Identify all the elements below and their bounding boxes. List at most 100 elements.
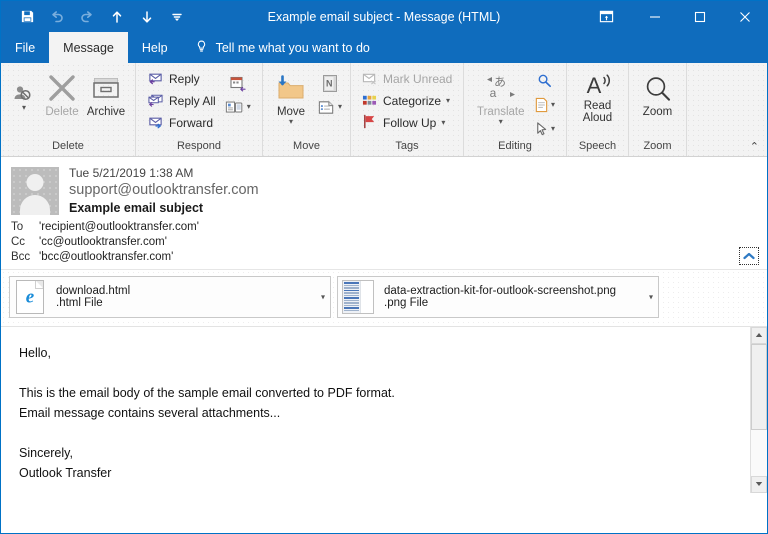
find-magnifier-icon[interactable] bbox=[534, 70, 556, 92]
collapse-header-button[interactable] bbox=[739, 247, 759, 265]
attachment-dropdown-caret[interactable]: ▾ bbox=[649, 293, 653, 302]
onenote-icon[interactable]: N bbox=[319, 72, 341, 94]
archive-button[interactable]: Archive bbox=[83, 68, 129, 118]
attachment-name: data-extraction-kit-for-outlook-screensh… bbox=[384, 285, 617, 297]
ribbon-group-editing-label: Editing bbox=[498, 140, 532, 152]
archive-box-icon bbox=[91, 71, 121, 105]
archive-label: Archive bbox=[86, 106, 126, 118]
bcc-label: Bcc bbox=[11, 251, 31, 263]
body-line: Hello, bbox=[19, 346, 51, 360]
message-sender[interactable]: support@outlooktransfer.com bbox=[69, 181, 259, 200]
customize-qat-icon[interactable] bbox=[163, 5, 191, 29]
ribbon: ▾ Delete Archive Delete Reply Reply All … bbox=[1, 63, 767, 157]
bcc-value[interactable]: 'bcc@outlooktransfer.com' bbox=[39, 251, 173, 263]
save-icon[interactable] bbox=[13, 5, 41, 29]
collapse-ribbon-icon[interactable]: ⌃ bbox=[750, 140, 759, 153]
tab-file[interactable]: File bbox=[1, 32, 49, 63]
ribbon-group-move: Move ▾ N ▾ Move bbox=[262, 63, 350, 156]
select-cursor-icon[interactable]: ▾ bbox=[534, 118, 555, 140]
attachment-dropdown-caret[interactable]: ▾ bbox=[321, 293, 325, 302]
avatar-body bbox=[20, 195, 50, 215]
delete-button[interactable]: Delete bbox=[41, 68, 83, 118]
zoom-magnifier-icon bbox=[643, 73, 673, 105]
reply-icon bbox=[147, 70, 164, 88]
delete-label: Delete bbox=[45, 106, 79, 118]
ribbon-group-delete: ▾ Delete Archive Delete bbox=[1, 63, 135, 156]
translate-button[interactable]: あ a Translate ▾ bbox=[472, 68, 530, 126]
tab-help[interactable]: Help bbox=[128, 32, 182, 63]
attachment-bar: e download.html .html File ▾ data-extrac… bbox=[1, 270, 767, 327]
junk-dropdown-caret[interactable]: ▾ bbox=[22, 104, 26, 112]
ribbon-group-delete-label: Delete bbox=[52, 140, 84, 152]
body-line: Outlook Transfer bbox=[19, 466, 112, 480]
ribbon-tab-strip: File Message Help Tell me what you want … bbox=[1, 32, 767, 63]
follow-up-button[interactable]: Follow Up ▾ bbox=[358, 112, 455, 134]
body-vertical-scrollbar[interactable] bbox=[750, 327, 767, 493]
to-value[interactable]: 'recipient@outlooktransfer.com' bbox=[39, 221, 199, 233]
ribbon-group-respond-label: Respond bbox=[176, 140, 222, 152]
forward-button[interactable]: Forward bbox=[144, 112, 219, 134]
reply-all-button[interactable]: Reply All bbox=[144, 90, 219, 112]
more-respond-icon[interactable]: ▾ bbox=[225, 96, 251, 118]
ribbon-display-options-icon[interactable] bbox=[580, 1, 632, 32]
zoom-button[interactable]: Zoom bbox=[634, 68, 682, 118]
scroll-down-arrow-icon bbox=[755, 481, 763, 489]
read-aloud-button[interactable]: A Read Aloud bbox=[572, 68, 624, 124]
meeting-icon[interactable] bbox=[227, 72, 249, 94]
rules-icon[interactable]: ▾ bbox=[317, 96, 342, 118]
svg-text:N: N bbox=[325, 78, 332, 88]
minimize-button[interactable] bbox=[632, 1, 677, 32]
cc-value[interactable]: 'cc@outlooktransfer.com' bbox=[39, 236, 167, 248]
message-body-text[interactable]: Hello, This is the email body of the sam… bbox=[1, 327, 750, 493]
forward-icon bbox=[147, 114, 164, 132]
close-button[interactable] bbox=[722, 1, 767, 32]
follow-up-dropdown-caret[interactable]: ▾ bbox=[441, 119, 445, 127]
scroll-up-button[interactable] bbox=[751, 327, 767, 344]
attachment-item[interactable]: e download.html .html File ▾ bbox=[9, 276, 331, 318]
redo-icon[interactable] bbox=[73, 5, 101, 29]
recipient-row-cc: Cc 'cc@outlooktransfer.com' bbox=[11, 236, 757, 248]
attachment-name: download.html bbox=[56, 285, 131, 297]
undo-icon[interactable] bbox=[43, 5, 71, 29]
tab-message[interactable]: Message bbox=[49, 32, 128, 63]
move-folder-icon bbox=[275, 71, 307, 105]
categorize-icon bbox=[361, 93, 378, 110]
previous-item-icon[interactable] bbox=[103, 5, 131, 29]
body-line: Sincerely, bbox=[19, 446, 73, 460]
contact-avatar-icon[interactable] bbox=[11, 167, 59, 215]
svg-text:a: a bbox=[489, 86, 496, 100]
maximize-button[interactable] bbox=[677, 1, 722, 32]
mark-unread-label: Mark Unread bbox=[383, 72, 453, 86]
categorize-dropdown-caret[interactable]: ▾ bbox=[446, 97, 450, 105]
ribbon-group-respond: Reply Reply All Forward ▾ Respond bbox=[135, 63, 262, 156]
scroll-down-button[interactable] bbox=[751, 476, 767, 493]
translate-dropdown-caret[interactable]: ▾ bbox=[499, 118, 503, 126]
attachment-item[interactable]: data-extraction-kit-for-outlook-screensh… bbox=[337, 276, 659, 318]
ribbon-group-speech-label: Speech bbox=[578, 140, 617, 152]
related-document-icon[interactable]: ▾ bbox=[534, 94, 555, 116]
png-image-thumbnail-icon bbox=[338, 277, 378, 317]
forward-label: Forward bbox=[169, 116, 214, 130]
next-item-icon[interactable] bbox=[133, 5, 161, 29]
body-line bbox=[19, 363, 736, 383]
junk-button[interactable]: ▾ bbox=[7, 68, 41, 112]
read-aloud-label: Read Aloud bbox=[582, 100, 613, 124]
reply-button[interactable]: Reply bbox=[144, 68, 219, 90]
ribbon-group-zoom-label: Zoom bbox=[643, 140, 672, 152]
move-button[interactable]: Move ▾ bbox=[269, 68, 313, 126]
quick-access-toolbar bbox=[1, 5, 191, 29]
move-dropdown-caret[interactable]: ▾ bbox=[289, 118, 293, 126]
scrollbar-thumb[interactable] bbox=[751, 344, 767, 430]
categorize-button[interactable]: Categorize ▾ bbox=[358, 90, 455, 112]
scroll-up-arrow-icon bbox=[755, 332, 763, 340]
follow-up-label: Follow Up bbox=[383, 116, 437, 130]
read-aloud-icon: A bbox=[582, 71, 614, 99]
recipient-row-bcc: Bcc 'bcc@outlooktransfer.com' bbox=[11, 251, 757, 263]
scrollbar-track[interactable] bbox=[751, 344, 767, 476]
ribbon-group-editing: あ a Translate ▾ ▾ ▾ Editing bbox=[463, 63, 566, 156]
message-subject: Example email subject bbox=[69, 201, 204, 215]
chevron-up-icon bbox=[743, 247, 755, 265]
translate-icon: あ a bbox=[485, 71, 517, 105]
mark-unread-button[interactable]: Mark Unread bbox=[358, 68, 455, 90]
tell-me-search[interactable]: Tell me what you want to do bbox=[182, 32, 370, 63]
